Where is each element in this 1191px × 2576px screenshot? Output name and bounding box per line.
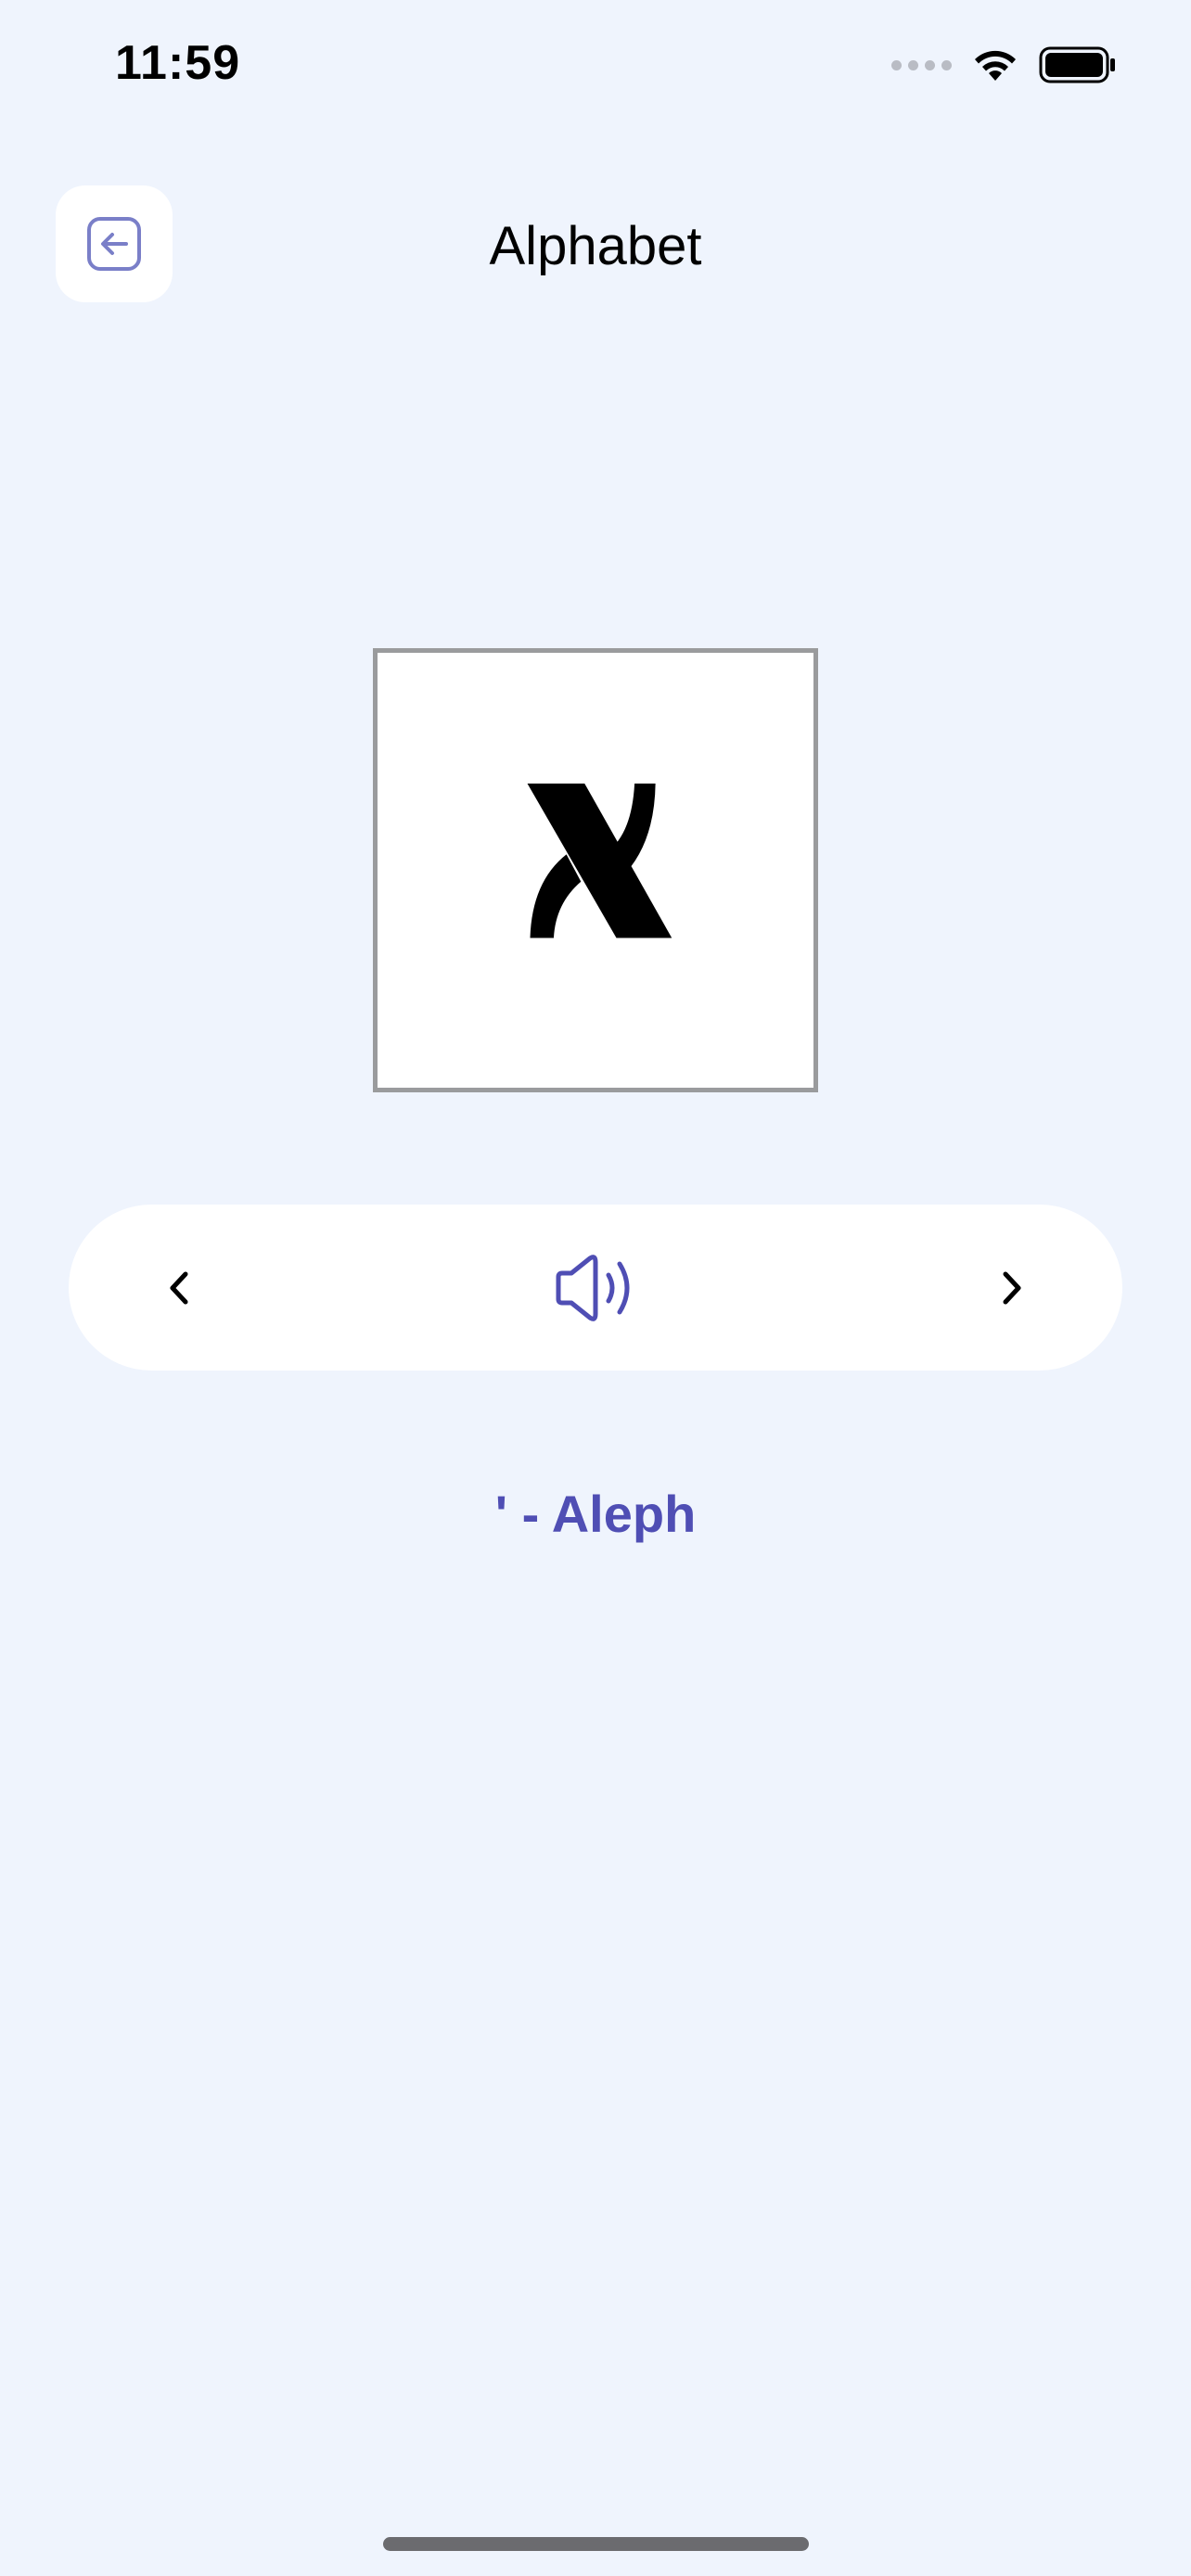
audio-control-bar [69, 1205, 1122, 1371]
play-sound-button[interactable] [535, 1228, 656, 1348]
signal-dots-icon [891, 59, 952, 70]
letter-glyph: א [527, 783, 672, 938]
wifi-icon [975, 50, 1016, 81]
status-icons [891, 46, 1117, 83]
battery-icon [1039, 46, 1115, 83]
chevron-left-icon [170, 1271, 188, 1304]
chevron-right-icon [1003, 1271, 1021, 1304]
page-title: Alphabet [489, 216, 702, 276]
status-bar: 11:59 [0, 0, 1191, 139]
previous-letter-button[interactable] [134, 1242, 226, 1334]
speaker-icon [556, 1254, 630, 1321]
next-letter-button[interactable] [965, 1242, 1057, 1334]
letter-card: א [373, 648, 818, 1092]
status-time: 11:59 [115, 36, 241, 90]
letter-name: ' - Aleph [494, 1485, 697, 1543]
home-indicator[interactable] [383, 2537, 809, 2551]
